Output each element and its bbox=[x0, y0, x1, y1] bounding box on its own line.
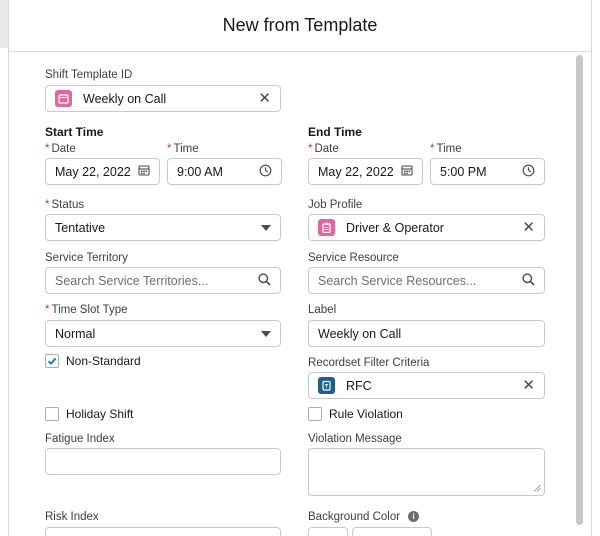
service-resource-label: Service Resource bbox=[308, 252, 399, 264]
end-date-label: * Date bbox=[308, 143, 339, 155]
holiday-shift-label: Holiday Shift bbox=[66, 407, 134, 421]
clipboard-icon bbox=[318, 219, 335, 236]
end-date-input[interactable]: May 22, 2022 bbox=[308, 158, 423, 185]
start-time-input[interactable]: 9:00 AM bbox=[167, 158, 282, 185]
job-profile-lookup[interactable]: Driver & Operator ✕ bbox=[308, 214, 545, 241]
time-slot-type-select[interactable]: Normal bbox=[45, 320, 281, 347]
status-select[interactable]: Tentative bbox=[45, 214, 281, 241]
rule-violation-checkbox[interactable] bbox=[308, 407, 322, 421]
end-time-value: 5:00 PM bbox=[440, 164, 487, 179]
required-marker: * bbox=[45, 199, 50, 211]
rule-violation-checkbox-row[interactable]: Rule Violation bbox=[308, 407, 403, 421]
service-resource-search[interactable]: Search Service Resources... bbox=[308, 267, 545, 294]
required-marker: * bbox=[167, 143, 172, 155]
clock-icon[interactable] bbox=[259, 164, 272, 180]
clear-shift-template-icon[interactable]: ✕ bbox=[258, 91, 271, 106]
violation-message-label: Violation Message bbox=[308, 433, 402, 445]
calendar-icon[interactable] bbox=[138, 164, 150, 179]
status-label: * Status bbox=[45, 199, 85, 211]
end-date-value: May 22, 2022 bbox=[318, 164, 394, 179]
required-marker: * bbox=[45, 304, 50, 316]
service-territory-label: Service Territory bbox=[45, 252, 128, 264]
label-field-label: Label bbox=[308, 304, 337, 316]
calendar-icon[interactable] bbox=[401, 164, 413, 179]
start-date-input[interactable]: May 22, 2022 bbox=[45, 158, 160, 185]
start-date-value: May 22, 2022 bbox=[55, 164, 131, 179]
calendar-icon bbox=[55, 90, 72, 107]
recordset-filter-value: RFC bbox=[346, 378, 372, 393]
start-date-label: * Date bbox=[45, 143, 76, 155]
end-time-title: End Time bbox=[308, 125, 362, 139]
status-value: Tentative bbox=[55, 220, 106, 235]
recordset-filter-lookup[interactable]: RFC ✕ bbox=[308, 372, 545, 399]
info-icon[interactable]: i bbox=[408, 511, 420, 523]
required-marker: * bbox=[308, 143, 313, 155]
holiday-shift-checkbox[interactable] bbox=[45, 407, 59, 421]
service-territory-search[interactable]: Search Service Territories... bbox=[45, 267, 281, 294]
label-input-value: Weekly on Call bbox=[318, 326, 402, 341]
search-icon[interactable] bbox=[522, 272, 535, 289]
end-time-label: * Time bbox=[430, 143, 462, 155]
non-standard-checkbox[interactable] bbox=[45, 354, 59, 368]
filter-icon bbox=[318, 377, 335, 394]
fatigue-index-input[interactable] bbox=[45, 448, 281, 475]
start-time-title: Start Time bbox=[45, 125, 104, 139]
fatigue-index-label: Fatigue Index bbox=[45, 433, 115, 445]
background-color-swatch[interactable] bbox=[308, 527, 348, 536]
shift-template-label: Shift Template ID bbox=[45, 69, 133, 81]
shift-template-value: Weekly on Call bbox=[83, 91, 167, 106]
holiday-shift-checkbox-row[interactable]: Holiday Shift bbox=[45, 407, 133, 421]
resize-grip-icon[interactable] bbox=[533, 484, 541, 492]
job-profile-value: Driver & Operator bbox=[346, 220, 444, 235]
service-territory-placeholder: Search Service Territories... bbox=[55, 273, 209, 288]
clear-job-profile-icon[interactable]: ✕ bbox=[522, 220, 535, 235]
background-color-input[interactable] bbox=[352, 527, 432, 536]
non-standard-checkbox-row[interactable]: Non-Standard bbox=[45, 354, 141, 368]
rule-violation-label: Rule Violation bbox=[329, 407, 403, 421]
start-time-value: 9:00 AM bbox=[177, 164, 223, 179]
new-from-template-modal: New from Template Shift Template ID Week… bbox=[8, 0, 592, 536]
start-time-label: * Time bbox=[167, 143, 199, 155]
chevron-down-icon bbox=[261, 330, 271, 337]
time-slot-type-value: Normal bbox=[55, 326, 96, 341]
shift-template-lookup[interactable]: Weekly on Call ✕ bbox=[45, 85, 281, 112]
search-icon[interactable] bbox=[258, 272, 271, 289]
service-resource-placeholder: Search Service Resources... bbox=[318, 273, 477, 288]
clock-icon[interactable] bbox=[522, 164, 535, 180]
recordset-filter-label: Recordset Filter Criteria bbox=[308, 357, 430, 369]
non-standard-label: Non-Standard bbox=[66, 354, 141, 368]
clear-recordset-filter-icon[interactable]: ✕ bbox=[522, 378, 535, 393]
background-page-strip bbox=[0, 0, 8, 48]
risk-index-label: Risk Index bbox=[45, 511, 99, 523]
label-input[interactable]: Weekly on Call bbox=[308, 320, 545, 347]
job-profile-label: Job Profile bbox=[308, 199, 363, 211]
modal-header: New from Template bbox=[9, 0, 591, 52]
violation-message-textarea[interactable] bbox=[308, 448, 545, 496]
required-marker: * bbox=[430, 143, 435, 155]
time-slot-type-label: * Time Slot Type bbox=[45, 304, 128, 316]
required-marker: * bbox=[45, 143, 50, 155]
background-color-label: Background Color i bbox=[308, 511, 420, 523]
end-time-input[interactable]: 5:00 PM bbox=[430, 158, 545, 185]
chevron-down-icon bbox=[261, 224, 271, 231]
modal-title: New from Template bbox=[222, 15, 378, 35]
modal-scrollbar[interactable] bbox=[576, 55, 583, 525]
risk-index-input[interactable] bbox=[45, 527, 281, 536]
